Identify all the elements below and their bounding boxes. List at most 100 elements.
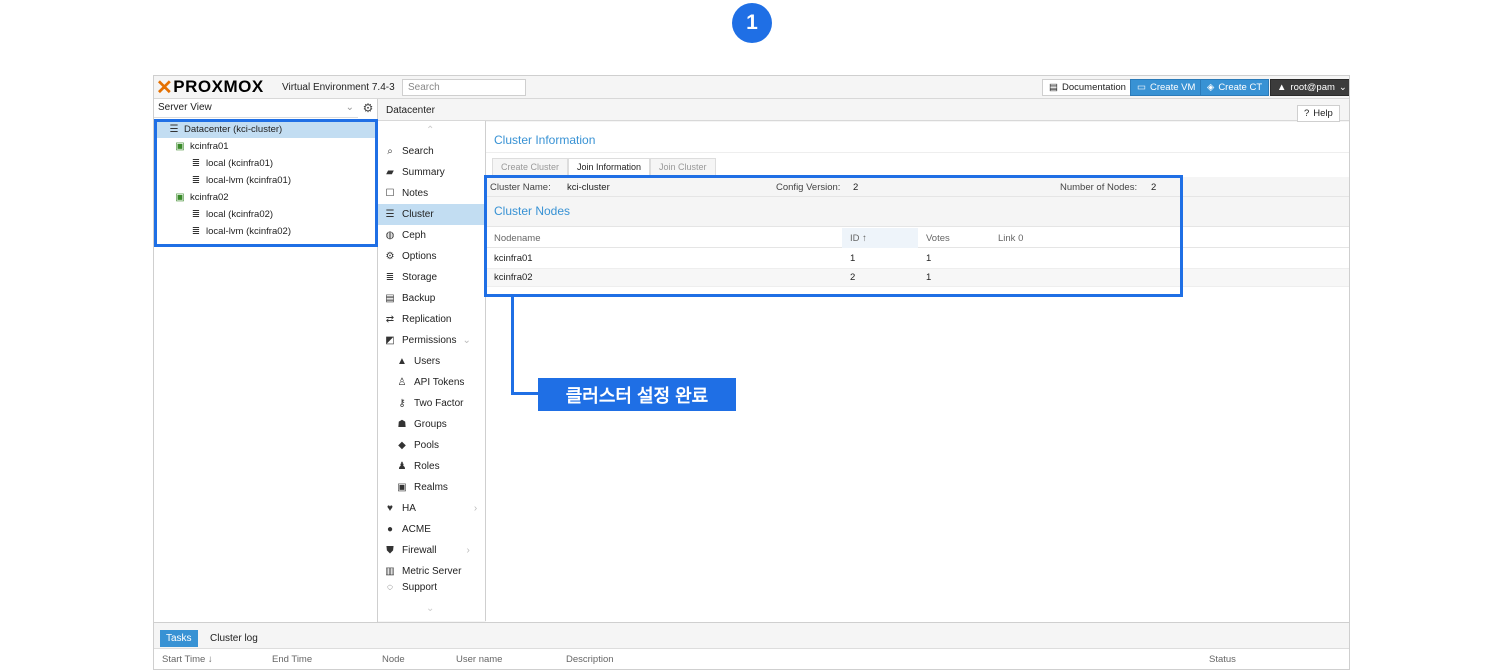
nav-label: Support bbox=[402, 582, 438, 592]
column-start-time[interactable]: Start Time ↓ bbox=[162, 654, 213, 665]
nav-item-users[interactable]: ▲ Users bbox=[378, 351, 485, 372]
column-end-time[interactable]: End Time bbox=[272, 654, 312, 665]
search-icon: ⌕ bbox=[387, 146, 393, 157]
question-icon: ? bbox=[1304, 108, 1310, 119]
create-vm-button[interactable]: ▭ Create VM bbox=[1130, 79, 1203, 96]
nav-item-search[interactable]: ⌕ Search bbox=[378, 141, 485, 162]
divider bbox=[486, 152, 1349, 153]
nav-item-backup[interactable]: ▤ Backup bbox=[378, 288, 485, 309]
gear-icon[interactable]: ⚙ bbox=[360, 101, 376, 117]
chevron-right-icon: › bbox=[466, 545, 470, 556]
nav-item-ceph[interactable]: ◍ Ceph bbox=[378, 225, 485, 246]
nav-item-summary[interactable]: ▰ Summary bbox=[378, 162, 485, 183]
gear-icon: ⚙ bbox=[385, 251, 395, 262]
search-input[interactable]: Search bbox=[402, 79, 526, 96]
view-selector[interactable]: Server View ⌄ bbox=[154, 99, 358, 118]
book-icon: ▰ bbox=[386, 167, 394, 178]
nav-label: Notes bbox=[402, 188, 429, 199]
nav-item-permissions[interactable]: ◩ Permissions ⌄ bbox=[378, 330, 485, 351]
notes-icon: ☐ bbox=[385, 188, 395, 199]
help-label: Help bbox=[1313, 108, 1333, 119]
user-menu-button[interactable]: ▲ root@pam ⌄ bbox=[1270, 79, 1349, 96]
nav-item-storage[interactable]: ≣ Storage bbox=[378, 267, 485, 288]
top-bar: ✕ PROXMOX Virtual Environment 7.4-3 Sear… bbox=[154, 76, 1349, 99]
user-icon: ▲ bbox=[397, 356, 407, 367]
tab-create-cluster[interactable]: Create Cluster bbox=[492, 158, 569, 176]
nav-label: Metric Server bbox=[402, 566, 462, 577]
callout-connector-vertical bbox=[511, 297, 514, 394]
column-user-name[interactable]: User name bbox=[456, 654, 502, 665]
chevron-right-icon: › bbox=[473, 503, 478, 514]
nav-item-metric-server[interactable]: ▥ Metric Server bbox=[378, 561, 485, 582]
nav-label: HA bbox=[402, 503, 416, 514]
step-number-badge: 1 bbox=[732, 3, 772, 43]
scroll-down-icon[interactable]: ⌄ bbox=[426, 603, 434, 614]
tab-join-information[interactable]: Join Information bbox=[568, 158, 651, 176]
nav-item-roles[interactable]: ♟ Roles bbox=[378, 456, 485, 477]
callout-connector-horizontal bbox=[511, 392, 539, 395]
column-node[interactable]: Node bbox=[382, 654, 405, 665]
nav-item-api-tokens[interactable]: ♙ API Tokens bbox=[378, 372, 485, 393]
nav-label: Options bbox=[402, 251, 437, 262]
retweet-icon: ⇄ bbox=[385, 314, 395, 325]
tab-tasks[interactable]: Tasks bbox=[160, 630, 198, 647]
nav-item-replication[interactable]: ⇄ Replication bbox=[378, 309, 485, 330]
task-log-panel: Tasks Cluster log Start Time ↓ End Time … bbox=[154, 622, 1349, 669]
chevron-down-icon: ⌄ bbox=[1338, 82, 1347, 93]
nav-item-realms[interactable]: ▣ Realms bbox=[378, 477, 485, 498]
view-selector-value: Server View bbox=[158, 102, 212, 113]
tab-cluster-log[interactable]: Cluster log bbox=[204, 630, 264, 647]
logo-x-icon: ✕ bbox=[156, 76, 174, 99]
scroll-up-icon[interactable]: ⌃ bbox=[426, 125, 434, 136]
certificate-icon: ● bbox=[386, 524, 394, 535]
cluster-icon: ☰ bbox=[385, 209, 395, 220]
user-icon: ▲ bbox=[1277, 82, 1287, 93]
help-button[interactable]: ? Help bbox=[1297, 105, 1340, 122]
nav-label: ACME bbox=[402, 524, 431, 535]
users-icon: ☗ bbox=[397, 419, 407, 430]
documentation-label: Documentation bbox=[1061, 82, 1126, 93]
nav-label: Storage bbox=[402, 272, 438, 283]
column-status[interactable]: Status bbox=[1209, 654, 1236, 665]
nav-label: Realms bbox=[414, 482, 448, 493]
nav-label: Roles bbox=[414, 461, 440, 472]
logo-text: PROXMOX bbox=[173, 77, 264, 96]
nav-item-ha[interactable]: ♥ HA › bbox=[378, 498, 485, 519]
shield-icon: ⛊ bbox=[386, 545, 394, 556]
nav-item-options[interactable]: ⚙ Options bbox=[378, 246, 485, 267]
create-ct-label: Create CT bbox=[1218, 82, 1263, 93]
nav-item-two-factor[interactable]: ⚷ Two Factor bbox=[378, 393, 485, 414]
nav-item-pools[interactable]: ◆ Pools bbox=[378, 435, 485, 456]
nav-item-support[interactable]: ◌ Support bbox=[378, 582, 485, 592]
heartbeat-icon: ♥ bbox=[387, 503, 393, 514]
nav-label: Backup bbox=[402, 293, 436, 304]
nav-label: Summary bbox=[402, 167, 445, 178]
column-description[interactable]: Description bbox=[566, 654, 614, 665]
nav-label: API Tokens bbox=[414, 377, 465, 388]
create-ct-button[interactable]: ◈ Create CT bbox=[1200, 79, 1270, 96]
book-icon: ▤ bbox=[1049, 82, 1058, 93]
nav-label: Search bbox=[402, 146, 434, 157]
proxmox-logo: ✕ PROXMOX bbox=[156, 77, 264, 99]
callout-label: 클러스터 설정 완료 bbox=[538, 378, 736, 411]
nav-item-groups[interactable]: ☗ Groups bbox=[378, 414, 485, 435]
documentation-button[interactable]: ▤ Documentation bbox=[1042, 79, 1133, 96]
nav-item-firewall[interactable]: ⛊ Firewall › bbox=[378, 540, 485, 561]
unlock-icon: ◩ bbox=[385, 335, 395, 346]
user-label: root@pam bbox=[1290, 82, 1335, 93]
nav-label: Two Factor bbox=[414, 398, 464, 409]
tab-join-cluster[interactable]: Join Cluster bbox=[650, 158, 716, 176]
nav-label: Ceph bbox=[402, 230, 426, 241]
ceph-icon: ◍ bbox=[385, 230, 395, 241]
breadcrumb: Datacenter bbox=[378, 99, 1349, 121]
male-icon: ♟ bbox=[397, 461, 407, 472]
chevron-down-icon: ⌄ bbox=[345, 102, 354, 113]
nav-label: Permissions bbox=[402, 335, 457, 346]
chevron-down-icon: ⌄ bbox=[462, 335, 471, 346]
datacenter-nav: ⌃ ⌕ Search ▰ Summary ☐ Notes ☰ Cluster ◍ Ceph… bbox=[378, 121, 486, 621]
proxmox-window: ✕ PROXMOX Virtual Environment 7.4-3 Sear… bbox=[153, 75, 1350, 670]
nav-item-notes[interactable]: ☐ Notes bbox=[378, 183, 485, 204]
nav-item-cluster[interactable]: ☰ Cluster bbox=[378, 204, 485, 225]
nav-item-acme[interactable]: ● ACME bbox=[378, 519, 485, 540]
nav-label: Users bbox=[414, 356, 441, 367]
